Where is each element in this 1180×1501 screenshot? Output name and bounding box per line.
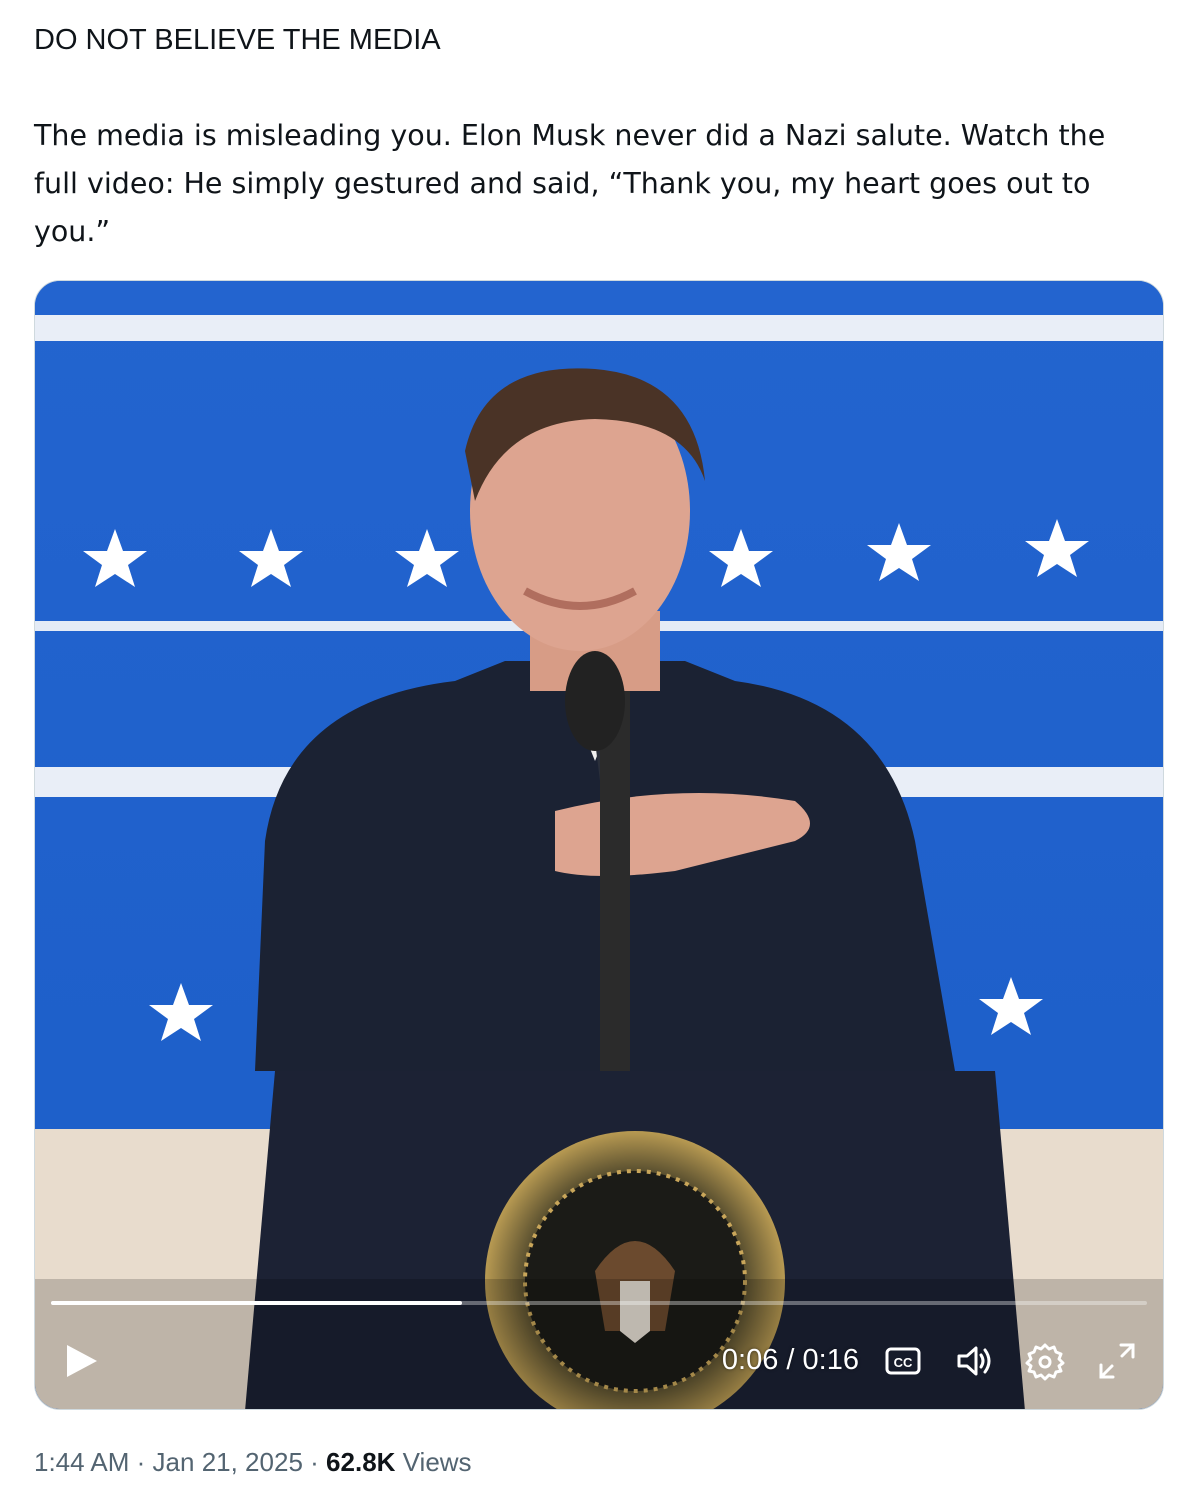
tweet-date-link[interactable]: Jan 21, 2025 [153,1447,303,1477]
volume-icon[interactable] [955,1341,995,1381]
tweet-text: DO NOT BELIEVE THE MEDIA The media is mi… [34,16,1154,256]
video-time: 0:06 / 0:16 [722,1343,859,1377]
progress-bar[interactable] [51,1301,1147,1305]
meta-separator: · [136,1447,146,1477]
time-separator: / [786,1344,795,1376]
tweet-body: The media is misleading you. Elon Musk n… [34,119,1106,248]
video-frame [35,281,1163,1409]
views-count: 62.8K [326,1447,396,1477]
closed-captions-icon[interactable]: CC [883,1341,923,1381]
meta-separator: · [310,1447,319,1477]
play-icon[interactable] [61,1341,101,1381]
progress-fill [51,1301,462,1305]
fullscreen-icon[interactable] [1097,1341,1137,1381]
duration: 0:16 [802,1344,859,1376]
views-label: Views [402,1447,472,1477]
current-time: 0:06 [721,1344,779,1376]
cc-label: CC [894,1355,913,1370]
tweet-time-link[interactable]: 1:44 AM [34,1447,129,1477]
video-controls: 0:06 / 0:16 CC [35,1279,1163,1409]
tweet-meta: 1:44 AM · Jan 21, 2025 · 62.8K Views [34,1444,472,1480]
video-player[interactable]: 0:06 / 0:16 CC [34,280,1164,1410]
tweet-headline: DO NOT BELIEVE THE MEDIA [34,24,441,56]
settings-gear-icon[interactable] [1025,1341,1065,1381]
